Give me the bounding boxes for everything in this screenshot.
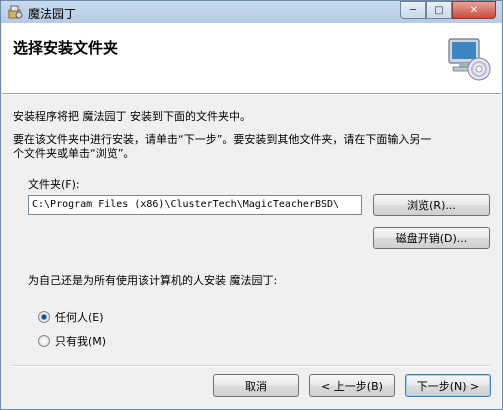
computer-cd-icon xyxy=(448,38,491,81)
browse-button[interactable]: 浏览(R)... xyxy=(373,194,490,216)
radio-everyone-label: 任何人(E) xyxy=(55,311,104,324)
disk-cost-button-label: 磁盘开销(D)... xyxy=(395,232,468,245)
back-button-label: < 上一步(B) xyxy=(321,379,383,393)
cancel-button[interactable]: 取消 xyxy=(213,374,299,397)
maximize-icon: □ xyxy=(434,4,444,16)
instruction-line-2: 个文件夹或单击“浏览”。 xyxy=(13,147,135,160)
close-icon: ✕ xyxy=(469,4,479,16)
title-bar[interactable]: 魔法园丁 ─ □ ✕ xyxy=(1,1,502,23)
install-for-question: 为自己还是为所有使用该计算机的人安装 魔法园丁: xyxy=(28,274,278,287)
installer-app-icon xyxy=(8,5,23,19)
installer-window: 魔法园丁 ─ □ ✕ 选择安装文件夹 安装程序将把 魔法园丁 安装到下面的文件夹… xyxy=(0,0,503,410)
cancel-button-label: 取消 xyxy=(245,379,267,393)
radio-just-me-indicator[interactable] xyxy=(38,335,50,347)
close-button[interactable]: ✕ xyxy=(452,1,496,19)
folder-label: 文件夹(F): xyxy=(28,178,80,191)
footer-divider xyxy=(12,365,491,367)
next-button[interactable]: 下一步(N) > xyxy=(405,374,491,397)
back-button[interactable]: < 上一步(B) xyxy=(309,374,395,397)
radio-just-me-label: 只有我(M) xyxy=(55,335,107,348)
maximize-button[interactable]: □ xyxy=(426,1,452,19)
dialog-client-area: 选择安装文件夹 安装程序将把 魔法园丁 安装到下面的文件夹中。 要在该文件夹中进… xyxy=(2,23,501,407)
minimize-icon: ─ xyxy=(409,4,417,16)
window-title: 魔法园丁 xyxy=(28,7,77,21)
folder-path-input[interactable]: C:\Program Files (x86)\ClusterTech\Magic… xyxy=(28,195,362,215)
wizard-header: 选择安装文件夹 xyxy=(2,23,501,94)
radio-everyone-indicator[interactable] xyxy=(38,311,50,323)
window-controls: ─ □ ✕ xyxy=(400,1,496,19)
intro-text: 安装程序将把 魔法园丁 安装到下面的文件夹中。 xyxy=(13,110,251,123)
minimize-button[interactable]: ─ xyxy=(400,1,426,19)
browse-button-label: 浏览(R)... xyxy=(407,199,456,212)
header-divider xyxy=(2,94,501,95)
instruction-line-1: 要在该文件夹中进行安装，请单击“下一步”。要安装到其他文件夹，请在下面输入另一 xyxy=(13,133,432,146)
radio-everyone[interactable]: 任何人(E) xyxy=(38,309,104,325)
next-button-label: 下一步(N) > xyxy=(416,379,480,393)
disk-cost-button[interactable]: 磁盘开销(D)... xyxy=(373,227,490,249)
radio-just-me[interactable]: 只有我(M) xyxy=(38,333,106,349)
page-title: 选择安装文件夹 xyxy=(13,39,119,57)
